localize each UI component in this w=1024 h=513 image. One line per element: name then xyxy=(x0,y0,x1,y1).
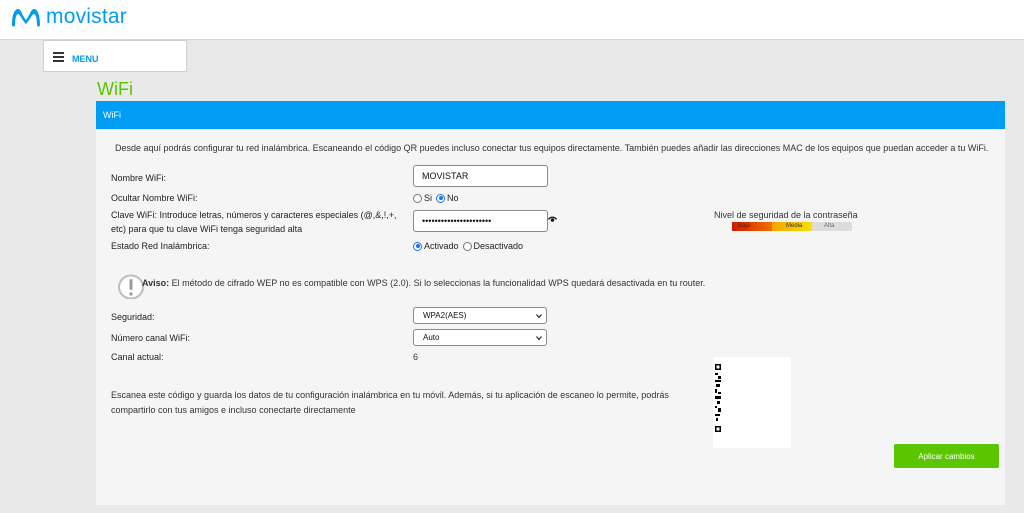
password-label-line-2: etc) para que tu clave WiFi tenga seguri… xyxy=(111,224,303,234)
strength-low: Baja xyxy=(732,222,772,231)
strength-medium: Media xyxy=(772,222,812,231)
wifi-qr-code xyxy=(713,357,791,448)
wireless-status-radios: Activado Desactivado xyxy=(413,241,527,251)
current-channel-label: Canal actual: xyxy=(111,352,164,362)
menu-label: MENU xyxy=(72,54,99,64)
panel-header: WiFi xyxy=(96,101,1005,129)
current-channel-value: 6 xyxy=(413,352,419,362)
password-strength-bar: Baja Media Alta xyxy=(732,222,852,231)
hide-ssid-label: Ocultar Nombre WiFi: xyxy=(111,193,198,203)
security-selected-value: WPA2(AES) xyxy=(423,311,467,320)
security-label: Seguridad: xyxy=(111,312,155,322)
radio-icon xyxy=(462,241,472,251)
wep-warning: Aviso: El método de cifrado WEP no es co… xyxy=(142,278,705,288)
channel-selected-value: Auto xyxy=(423,333,440,342)
hide-ssid-no[interactable]: No xyxy=(436,193,459,203)
apply-changes-button[interactable]: Aplicar cambios xyxy=(894,444,999,468)
wifi-panel: WiFi Desde aquí podrás configurar tu red… xyxy=(96,101,1005,505)
channel-label: Número canal WiFi: xyxy=(111,333,191,343)
top-bar: movistar xyxy=(0,0,1024,40)
warning-icon xyxy=(118,274,144,299)
channel-select[interactable]: Auto xyxy=(413,329,547,346)
warning-message: El método de cifrado WEP no es compatibl… xyxy=(169,278,706,288)
show-password-icon[interactable] xyxy=(548,216,557,223)
radio-selected-icon xyxy=(436,193,446,203)
strength-high: Alta xyxy=(812,222,852,231)
brand-name: movistar xyxy=(46,5,127,28)
hide-ssid-yes[interactable]: Si xyxy=(413,193,432,203)
intro-text: Desde aquí podrás configurar tu red inal… xyxy=(115,143,989,153)
qr-code-icon xyxy=(715,364,721,432)
warning-title: Aviso: xyxy=(142,278,170,288)
page-title: WiFi xyxy=(97,79,133,99)
qr-description: Escanea este código y guarda los datos d… xyxy=(111,390,669,415)
radio-selected-icon xyxy=(413,241,422,251)
hamburger-icon xyxy=(53,51,64,62)
ssid-input[interactable] xyxy=(413,165,548,187)
status-enabled[interactable]: Activado xyxy=(413,241,459,251)
menu-button[interactable]: MENU xyxy=(43,40,187,72)
password-input[interactable] xyxy=(413,210,548,232)
hide-ssid-radios: Si No xyxy=(413,193,463,203)
movistar-m-icon xyxy=(12,9,40,27)
chevron-down-icon xyxy=(536,314,542,319)
movistar-logo[interactable]: movistar xyxy=(10,4,127,30)
password-label-line-1: Clave WiFi: Introduce letras, números y … xyxy=(111,210,397,220)
ssid-label: Nombre WiFi: xyxy=(111,173,167,183)
radio-icon xyxy=(413,193,422,203)
security-select[interactable]: WPA2(AES) xyxy=(413,307,547,324)
chevron-down-icon xyxy=(536,336,542,341)
wireless-status-label: Estado Red Inalámbrica: xyxy=(111,241,210,251)
status-disabled[interactable]: Desactivado xyxy=(462,241,523,251)
strength-label: Nivel de seguridad de la contraseña xyxy=(714,210,858,220)
